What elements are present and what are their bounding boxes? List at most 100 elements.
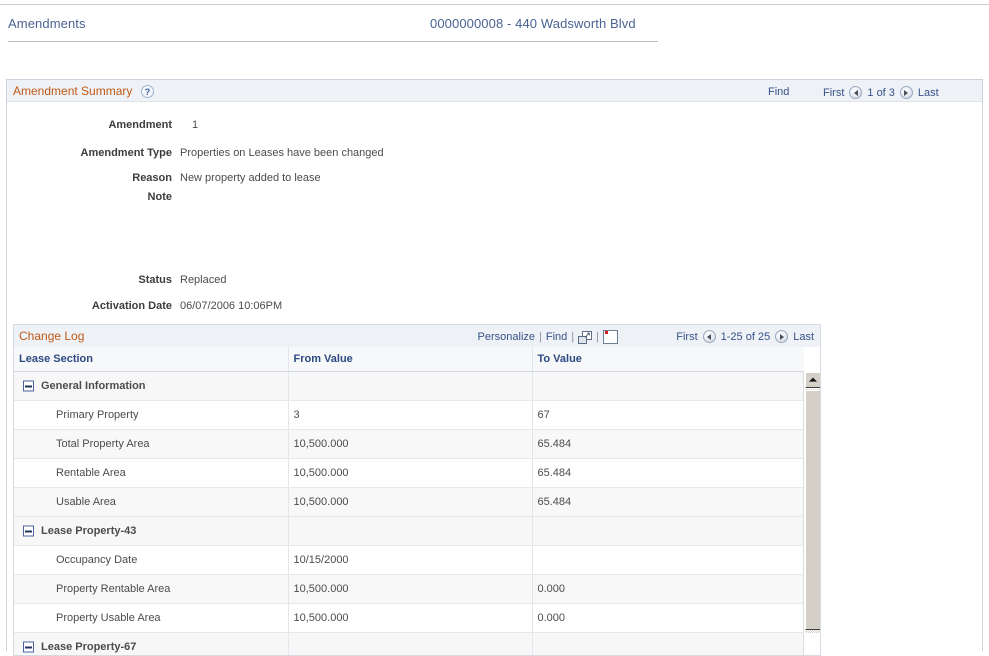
- summary-find-link[interactable]: Find: [768, 86, 789, 98]
- arrow-left-icon[interactable]: [703, 330, 716, 343]
- help-question-icon[interactable]: ?: [141, 85, 154, 98]
- to-value-cell: 0.000: [532, 604, 804, 633]
- summary-pagination: First 1 of 3 Last: [823, 86, 939, 99]
- field-amendment-value: 1: [192, 119, 198, 131]
- record-title: 0000000008 - 440 Wadsworth Blvd: [430, 16, 636, 31]
- grid-view-icon[interactable]: [603, 330, 618, 344]
- from-value-cell: 10,500.000: [288, 459, 532, 488]
- group-row-label: General Information: [14, 372, 288, 401]
- from-value-cell: [288, 517, 532, 546]
- change-log-table-body: General InformationPrimary Property367To…: [14, 372, 804, 656]
- from-value-cell: 10/15/2000: [288, 546, 532, 575]
- to-value-cell: [532, 517, 804, 546]
- to-value-cell: [532, 372, 804, 401]
- toolbar-separator: |: [539, 331, 542, 343]
- collapse-minus-icon[interactable]: [23, 642, 34, 653]
- page-header: Amendments 0000000008 - 440 Wadsworth Bl…: [0, 5, 989, 38]
- summary-page-counter: 1 of 3: [867, 87, 895, 99]
- from-value-cell: 10,500.000: [288, 430, 532, 459]
- lease-section-cell: Usable Area: [14, 488, 288, 517]
- breadcrumb-amendments[interactable]: Amendments: [8, 16, 86, 31]
- summary-first-link[interactable]: First: [823, 87, 844, 99]
- field-amendment-type-value: Properties on Leases have been changed: [180, 147, 384, 159]
- summary-last-link[interactable]: Last: [918, 87, 939, 99]
- to-value-cell: [532, 633, 804, 656]
- from-value-cell: 10,500.000: [288, 604, 532, 633]
- lease-section-cell: Property Rentable Area: [14, 575, 288, 604]
- group-row-label: Lease Property-43: [14, 517, 288, 546]
- to-value-cell: 0.000: [532, 575, 804, 604]
- lease-section-cell: Occupancy Date: [14, 546, 288, 575]
- field-note: Note: [0, 191, 560, 208]
- field-status-value: Replaced: [180, 274, 226, 286]
- table-row: Rentable Area10,500.00065.484: [14, 459, 804, 488]
- table-row: Property Rentable Area10,500.0000.000: [14, 575, 804, 604]
- table-row: Lease Property-43: [14, 517, 804, 546]
- lease-section-cell: Rentable Area: [14, 459, 288, 488]
- collapse-minus-icon[interactable]: [23, 526, 34, 537]
- from-value-cell: 3: [288, 401, 532, 430]
- table-row: Total Property Area10,500.00065.484: [14, 430, 804, 459]
- table-row: Property Usable Area10,500.0000.000: [14, 604, 804, 633]
- change-log-table-viewport: Lease Section From Value To Value Genera…: [13, 347, 821, 656]
- from-value-cell: [288, 372, 532, 401]
- change-log-row-counter: 1-25 of 25: [721, 331, 771, 343]
- scrollbar-thumb[interactable]: [805, 390, 821, 630]
- change-log-last-link[interactable]: Last: [793, 331, 814, 343]
- toolbar-separator: |: [596, 331, 599, 343]
- table-row: Primary Property367: [14, 401, 804, 430]
- field-amendment-label: Amendment: [0, 119, 172, 131]
- from-value-cell: 10,500.000: [288, 575, 532, 604]
- field-reason-value: New property added to lease: [180, 172, 321, 184]
- column-header-from-value[interactable]: From Value: [288, 347, 532, 372]
- change-log-first-link[interactable]: First: [676, 331, 697, 343]
- change-log-table: Lease Section From Value To Value Genera…: [14, 347, 804, 656]
- change-log-toolbar: Personalize | Find | ↗ |: [478, 330, 618, 344]
- group-row-label: Lease Property-67: [14, 633, 288, 656]
- header-divider: [8, 41, 658, 42]
- field-activation-date: Activation Date 06/07/2006 10:06PM: [0, 300, 560, 317]
- scroll-up-arrow-icon[interactable]: [805, 372, 821, 388]
- field-note-label: Note: [0, 191, 172, 203]
- to-value-cell: [532, 546, 804, 575]
- field-status-label: Status: [0, 274, 172, 286]
- field-activation-date-value: 06/07/2006 10:06PM: [180, 300, 282, 312]
- to-value-cell: 65.484: [532, 459, 804, 488]
- table-row: Occupancy Date10/15/2000: [14, 546, 804, 575]
- personalize-link[interactable]: Personalize: [478, 331, 535, 343]
- collapse-minus-icon[interactable]: [23, 381, 34, 392]
- arrow-left-icon[interactable]: [849, 86, 862, 99]
- field-status: Status Replaced: [0, 274, 560, 291]
- column-header-to-value[interactable]: To Value: [532, 347, 804, 372]
- table-row: Usable Area10,500.00065.484: [14, 488, 804, 517]
- change-log-find-link[interactable]: Find: [546, 331, 567, 343]
- lease-section-cell: Property Usable Area: [14, 604, 288, 633]
- lease-section-cell: Primary Property: [14, 401, 288, 430]
- field-amendment-type-label: Amendment Type: [0, 147, 172, 159]
- field-reason: Reason New property added to lease: [0, 172, 560, 189]
- field-amendment: Amendment 1: [0, 119, 560, 136]
- field-reason-label: Reason: [0, 172, 172, 184]
- to-value-cell: 65.484: [532, 488, 804, 517]
- download-to-spreadsheet-icon[interactable]: ↗: [578, 331, 592, 344]
- change-log-header: Change Log Personalize | Find | ↗ | Firs…: [13, 324, 821, 347]
- change-log-title: Change Log: [19, 329, 84, 343]
- to-value-cell: 65.484: [532, 430, 804, 459]
- to-value-cell: 67: [532, 401, 804, 430]
- table-row: General Information: [14, 372, 804, 401]
- table-header-row: Lease Section From Value To Value: [14, 347, 804, 372]
- arrow-right-icon[interactable]: [775, 330, 788, 343]
- arrow-right-icon[interactable]: [900, 86, 913, 99]
- field-amendment-type: Amendment Type Properties on Leases have…: [0, 147, 560, 164]
- change-log-pagination: First 1-25 of 25 Last: [676, 330, 814, 343]
- from-value-cell: [288, 633, 532, 656]
- toolbar-separator: |: [571, 331, 574, 343]
- amendment-summary-title: Amendment Summary: [13, 84, 132, 98]
- change-log-grid: Change Log Personalize | Find | ↗ | Firs…: [13, 324, 821, 656]
- column-header-lease-section[interactable]: Lease Section: [14, 347, 288, 372]
- table-row: Lease Property-67: [14, 633, 804, 656]
- lease-section-cell: Total Property Area: [14, 430, 288, 459]
- change-log-scrollbar[interactable]: [803, 372, 820, 655]
- from-value-cell: 10,500.000: [288, 488, 532, 517]
- field-activation-date-label: Activation Date: [0, 300, 172, 312]
